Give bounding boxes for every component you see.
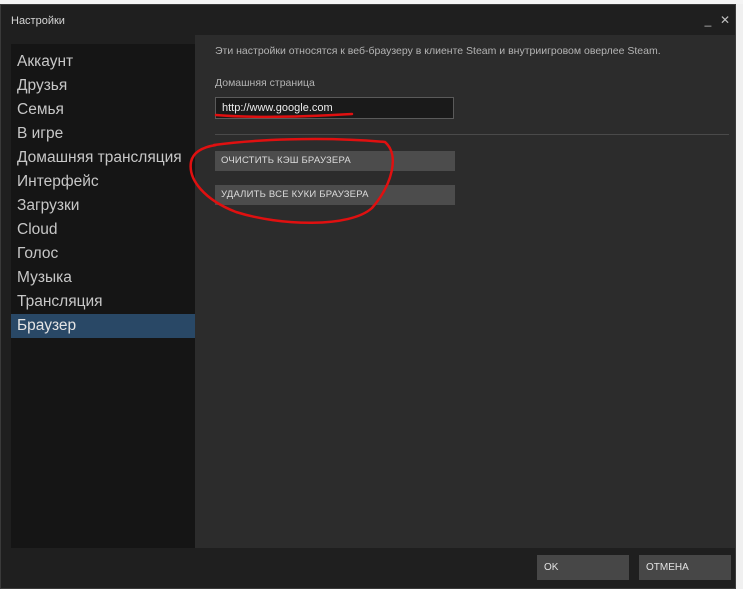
browser-settings-panel: Эти настройки относятся к веб-браузеру в… [195,35,735,548]
sidebar-item-account[interactable]: Аккаунт [11,50,195,74]
home-page-label: Домашняя страница [215,77,315,89]
sidebar-item-voice[interactable]: Голос [11,242,195,266]
settings-window: Настройки _ ✕ Аккаунт Друзья Семья В игр… [0,4,736,589]
sidebar-item-music[interactable]: Музыка [11,266,195,290]
sidebar-item-downloads[interactable]: Загрузки [11,194,195,218]
minimize-icon[interactable]: _ [701,13,715,27]
delete-cookies-button[interactable]: УДАЛИТЬ ВСЕ КУКИ БРАУЗЕРА [215,185,455,205]
sidebar-item-interface[interactable]: Интерфейс [11,170,195,194]
home-page-input[interactable] [215,97,454,119]
sidebar-item-broadcasting[interactable]: Трансляция [11,290,195,314]
browser-settings-description: Эти настройки относятся к веб-браузеру в… [215,45,661,57]
title-bar[interactable]: Настройки _ ✕ [1,5,735,35]
close-icon[interactable]: ✕ [718,13,732,27]
sidebar-item-cloud[interactable]: Cloud [11,218,195,242]
sidebar-item-home-streaming[interactable]: Домашняя трансляция [11,146,195,170]
cancel-button[interactable]: ОТМЕНА [639,555,731,580]
sidebar-item-in-game[interactable]: В игре [11,122,195,146]
sidebar-item-browser[interactable]: Браузер [11,314,195,338]
sidebar-item-friends[interactable]: Друзья [11,74,195,98]
sidebar-item-family[interactable]: Семья [11,98,195,122]
section-divider [215,134,729,135]
settings-sidebar: Аккаунт Друзья Семья В игре Домашняя тра… [11,44,195,548]
clear-cache-button[interactable]: ОЧИСТИТЬ КЭШ БРАУЗЕРА [215,151,455,171]
window-title: Настройки [11,15,65,27]
ok-button[interactable]: OK [537,555,629,580]
